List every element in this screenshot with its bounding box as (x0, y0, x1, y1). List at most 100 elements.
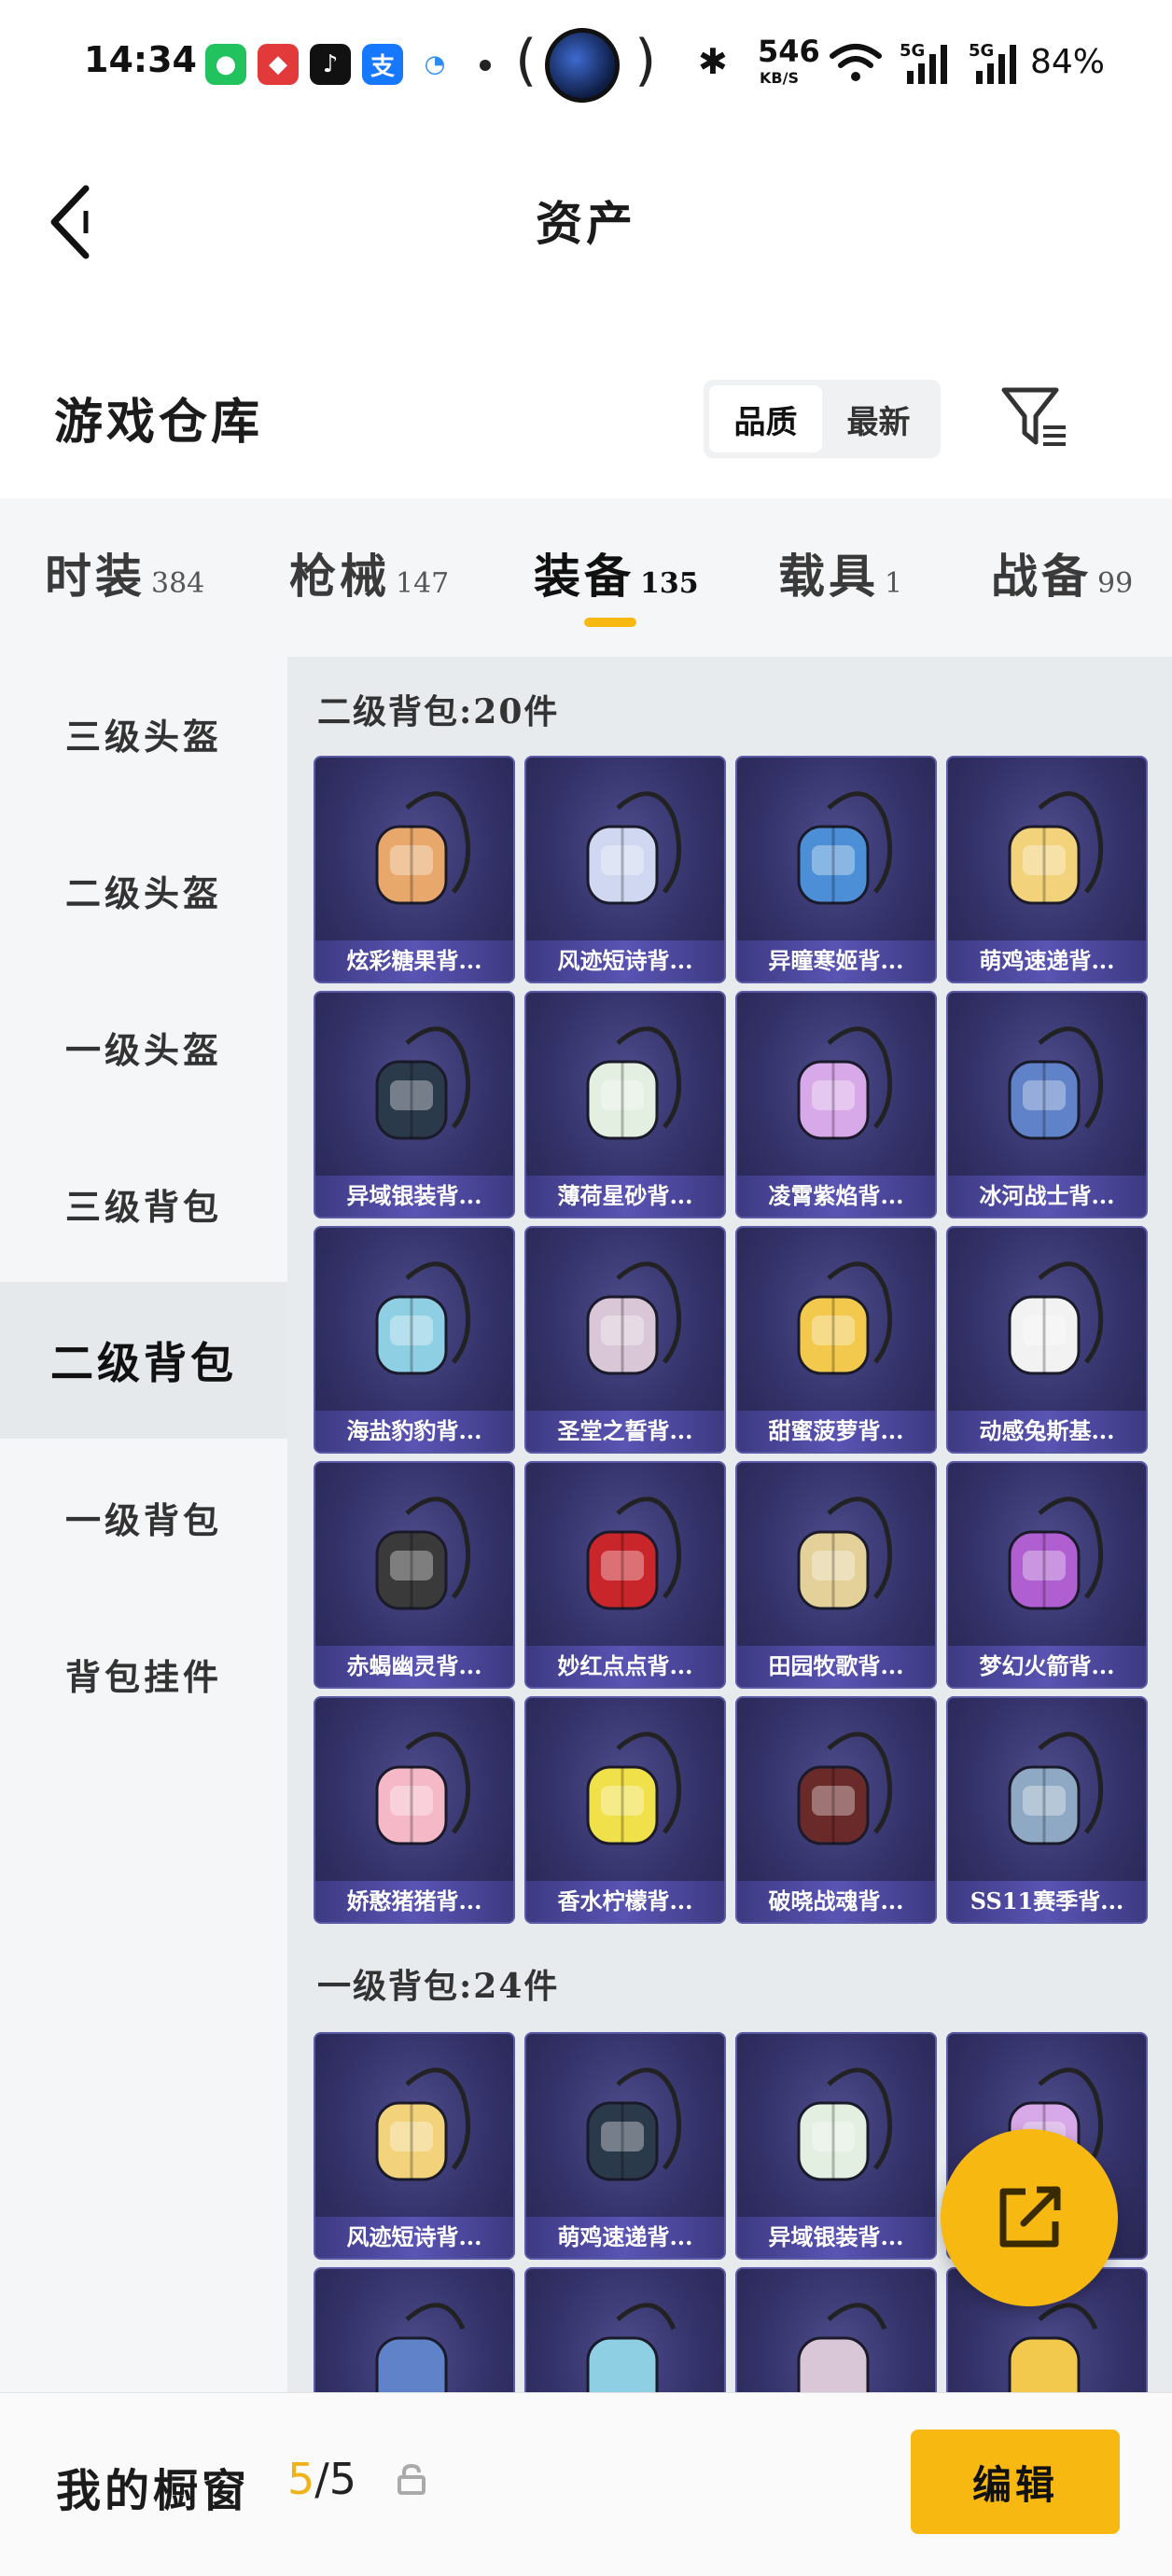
filter-icon[interactable] (1000, 384, 1067, 450)
external-link-icon (999, 2186, 1061, 2248)
backpack-icon (375, 1497, 471, 1610)
tab-label: 枪械 (289, 549, 390, 604)
sort-segmented-control: 品质 最新 (704, 380, 941, 458)
item-card-label: 赤蝎幽灵背... (315, 1646, 513, 1687)
backpack-icon (797, 2068, 893, 2181)
item-card[interactable]: 海盐豹豹背... (314, 1226, 515, 1454)
group-title: 二级背包:20件 (317, 692, 560, 731)
sidebar-item-backpack-charms[interactable]: 背包挂件 (0, 1595, 287, 1752)
item-card-label: 梦幻火箭背... (948, 1646, 1146, 1687)
item-card-label: 妙红点点背... (526, 1646, 724, 1687)
item-card[interactable]: 萌鸡速递背... (946, 756, 1148, 983)
item-card-label: 冰河战士背... (948, 1176, 1146, 1217)
page-title: 资产 (536, 196, 636, 251)
browser-icon: ◔ (414, 44, 455, 85)
item-card[interactable]: 田园牧歌背... (735, 1461, 937, 1689)
backpack-icon (586, 2303, 677, 2392)
showcase-total: /5 (314, 2454, 357, 2504)
signal2-icon (976, 45, 1016, 84)
item-card[interactable]: 破晓战魂背... (735, 1696, 937, 1924)
item-card-label: 萌鸡速递背... (948, 940, 1146, 982)
item-card[interactable]: 圣堂之誓背... (524, 1226, 726, 1454)
sidebar-item-helmet-lv3[interactable]: 三级头盔 (0, 655, 287, 812)
item-card[interactable]: 甜蜜菠萝背... (735, 1226, 937, 1454)
backpack-icon (375, 1026, 471, 1140)
tab-label: 时装 (45, 549, 146, 604)
tab-count: 147 (396, 567, 450, 600)
item-card-label: SS11赛季背... (948, 1881, 1146, 1922)
backpack-icon (1008, 2303, 1098, 2392)
item-card[interactable]: 凌霄紫焰背... (735, 991, 937, 1218)
tab-vehicles[interactable]: 载具 1 (778, 539, 902, 606)
item-card-label: 娇憨猪猪背... (315, 1881, 513, 1922)
item-card[interactable]: 香水柠檬背... (524, 1696, 726, 1924)
sidebar-item-helmet-lv1[interactable]: 一级头盔 (0, 968, 287, 1125)
sort-quality-button[interactable]: 品质 (709, 385, 822, 453)
item-card[interactable]: 赤蝎幽灵背... (314, 1461, 515, 1689)
item-card[interactable]: 异瞳寒姬背... (735, 756, 937, 983)
item-card[interactable]: 冰河战士背... (946, 991, 1148, 1218)
sort-newest-button[interactable]: 最新 (822, 385, 935, 453)
item-card-label: 田园牧歌背... (737, 1646, 935, 1687)
share-fab-button[interactable] (941, 2129, 1118, 2306)
item-card[interactable]: SS11赛季背... (946, 1696, 1148, 1924)
active-tab-indicator (584, 618, 636, 627)
item-card[interactable]: 炫彩糖果背... (314, 756, 515, 983)
net-speed-unit: KB/S (760, 69, 799, 87)
backpack-icon (586, 1732, 682, 1845)
item-card[interactable]: 梦幻火箭背... (946, 1461, 1148, 1689)
item-card[interactable] (735, 2267, 937, 2392)
item-card[interactable]: 风迹短诗背... (524, 756, 726, 983)
tab-firearms[interactable]: 枪械 147 (289, 539, 449, 606)
showcase-current: 5 (287, 2454, 315, 2504)
warehouse-title: 游戏仓库 (54, 394, 264, 451)
tab-combat-gear[interactable]: 战备 99 (991, 539, 1133, 606)
tab-label: 战备 (991, 549, 1092, 604)
backpack-icon (797, 791, 893, 905)
backpack-icon (797, 2303, 887, 2392)
tab-label: 载具 (778, 549, 879, 604)
lock-icon (398, 2463, 426, 2495)
item-card[interactable]: 异域银装背... (735, 2032, 937, 2260)
battery-level: 84% (1030, 43, 1106, 81)
tab-count: 1 (885, 567, 903, 600)
wechat-icon: ● (205, 44, 246, 85)
backpack-icon (797, 1732, 893, 1845)
backpack-icon (1008, 1732, 1104, 1845)
item-card[interactable]: 萌鸡速递背... (524, 2032, 726, 2260)
backpack-icon (375, 1732, 471, 1845)
tab-equipment[interactable]: 装备 135 (534, 539, 699, 606)
tab-count: 384 (151, 567, 205, 600)
tab-count: 135 (640, 567, 699, 600)
sidebar-item-backpack-lv2[interactable]: 二级背包 (0, 1282, 287, 1439)
backpack-icon (375, 791, 471, 905)
item-card[interactable]: 薄荷星砂背... (524, 991, 726, 1218)
item-card[interactable]: 动感兔斯基... (946, 1226, 1148, 1454)
item-card-label: 动感兔斯基... (948, 1411, 1146, 1452)
item-card[interactable] (524, 2267, 726, 2392)
item-card[interactable] (314, 2267, 515, 2392)
item-card[interactable]: 妙红点点背... (524, 1461, 726, 1689)
item-card[interactable]: 娇憨猪猪背... (314, 1696, 515, 1924)
island-right-icon: ) (635, 28, 657, 93)
backpack-icon (375, 1261, 471, 1375)
sidebar-item-backpack-lv3[interactable]: 三级背包 (0, 1125, 287, 1282)
showcase-count: 5/5 (287, 2454, 356, 2504)
backpack-icon (797, 1261, 893, 1375)
backpack-icon (586, 2068, 682, 2181)
item-card[interactable]: 异域银装背... (314, 991, 515, 1218)
item-card-label: 风迹短诗背... (315, 2217, 513, 2258)
sidebar-item-backpack-lv1[interactable]: 一级背包 (0, 1439, 287, 1595)
sidebar-item-helmet-lv2[interactable]: 二级头盔 (0, 812, 287, 968)
item-card-label: 异域银装背... (315, 1176, 513, 1217)
notification-dot-icon (480, 60, 491, 71)
showcase-label: 我的橱窗 (56, 2465, 251, 2517)
item-card[interactable]: 风迹短诗背... (314, 2032, 515, 2260)
edit-button[interactable]: 编辑 (911, 2430, 1120, 2534)
backpack-icon (586, 791, 682, 905)
tab-fashion[interactable]: 时装 384 (45, 539, 204, 606)
backpack-icon (797, 1497, 893, 1610)
signal1-icon (907, 45, 947, 84)
backpack-icon (1008, 1497, 1104, 1610)
alipay-icon: 支 (362, 44, 403, 85)
